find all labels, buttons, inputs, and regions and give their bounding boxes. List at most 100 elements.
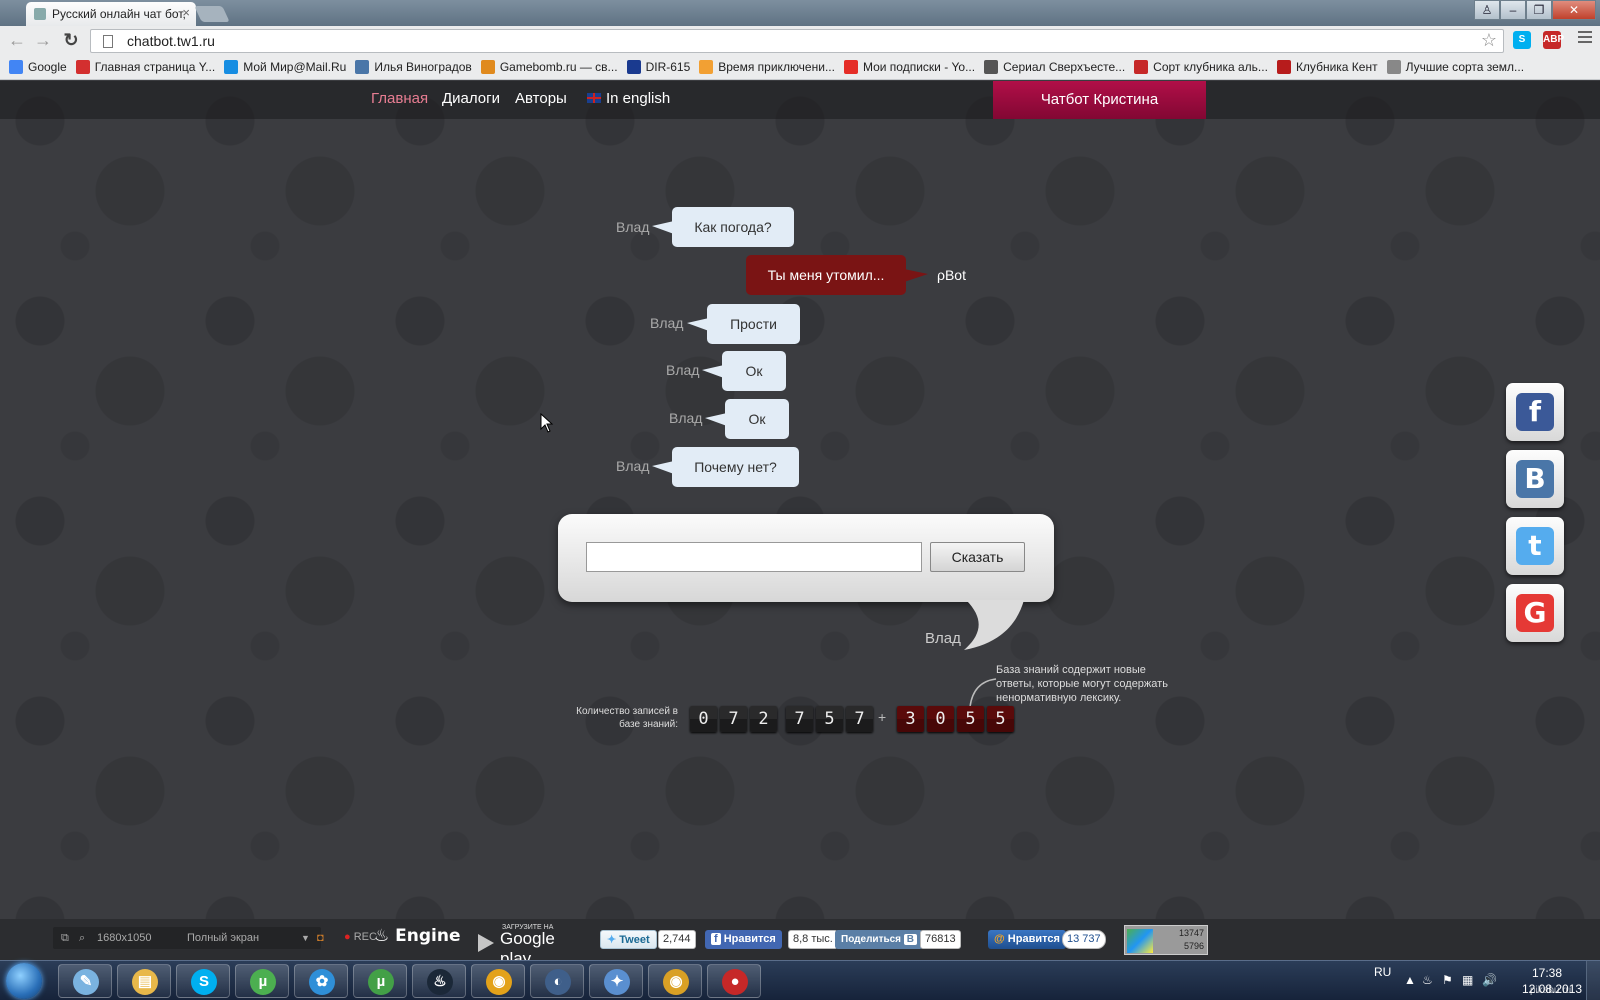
bookmark-item[interactable]: Сорт клубника аль... <box>1134 56 1268 78</box>
fb-like-button[interactable]: f Нравится <box>705 930 782 949</box>
bookmark-item[interactable]: Клубника Кент <box>1276 56 1378 78</box>
bookmark-item[interactable]: Gamebomb.ru — св... <box>480 56 618 78</box>
bookmark-item[interactable]: Время приключени... <box>699 56 835 78</box>
bookmark-icon <box>843 60 858 74</box>
nav-english[interactable]: In english <box>587 90 670 107</box>
browser-tab[interactable]: Русский онлайн чат бот, × <box>26 2 196 26</box>
chat-message-user: Ок <box>702 351 786 391</box>
adblock-extension-icon[interactable]: ABP <box>1543 31 1564 49</box>
vk-share-button[interactable]: Поделиться В <box>835 930 924 949</box>
start-button[interactable] <box>6 963 42 999</box>
message-bubble: Ты меня утомил... <box>746 255 928 295</box>
chrome-menu-icon[interactable] <box>1578 31 1592 46</box>
taskbar-app-explorer[interactable]: ▤ <box>117 964 171 998</box>
counter-digit: 7 <box>846 706 873 732</box>
bubble-tail <box>652 461 674 474</box>
skype-extension-icon[interactable]: S <box>1513 31 1531 49</box>
bookmark-item[interactable]: DIR-615 <box>626 56 691 78</box>
twitter-bird-icon: ✦ <box>607 934 617 946</box>
taskbar-app-recorder[interactable]: ● <box>707 964 761 998</box>
bookmark-label: Клубника Кент <box>1295 60 1378 74</box>
bookmark-icon <box>480 60 495 74</box>
bookmark-icon <box>1134 60 1149 74</box>
vkontakte-share-button[interactable]: В <box>1506 450 1564 508</box>
engine-text: Engine <box>395 926 461 946</box>
taskbar-app-games-app[interactable]: ✦ <box>589 964 643 998</box>
camera-icon[interactable]: ◘ <box>317 927 324 949</box>
explorer-icon: ▤ <box>132 969 158 995</box>
taskbar-app-skype[interactable]: S <box>176 964 230 998</box>
taskbar-app-chrome[interactable]: ◉ <box>471 964 525 998</box>
chatbot-kristina-button[interactable]: Чатбот Кристина <box>993 81 1206 119</box>
zoom-icon[interactable]: ⌕ <box>79 927 85 949</box>
mailru-like-count: 13 737 <box>1062 930 1106 949</box>
tray-expand-icon[interactable]: ▲ <box>1404 973 1416 987</box>
visit-counter[interactable]: 13747 5796 <box>1124 925 1208 955</box>
mouse-cursor-icon <box>540 413 554 433</box>
new-tab-button[interactable] <box>194 6 230 22</box>
taskbar-app-utorrent[interactable]: µ <box>235 964 289 998</box>
forward-arrow-icon[interactable]: → <box>32 30 54 52</box>
tweet-button[interactable]: ✦ Tweet <box>600 930 657 949</box>
volume-icon[interactable]: 🔊 <box>1482 973 1497 987</box>
browser-toolbar: ← → ↻ chatbot.tw1.ru ☆ S ABP <box>0 26 1600 56</box>
taskbar-app-chrome-active[interactable]: ◉ <box>648 964 702 998</box>
bookmark-item[interactable]: Сериал Сверхъесте... <box>984 56 1125 78</box>
nav-authors[interactable]: Авторы <box>515 90 567 107</box>
window-icon[interactable]: ⧉ <box>61 927 69 949</box>
profile-icon[interactable]: ♙ <box>1474 0 1500 20</box>
fullscreen-select[interactable]: Полный экран <box>187 927 259 949</box>
watermark: pikabu.ru <box>1530 985 1572 996</box>
network-icon[interactable]: ▦ <box>1462 973 1473 987</box>
bookmark-item[interactable]: Лучшие сорта земл... <box>1386 56 1524 78</box>
tweet-label: Tweet <box>619 934 650 946</box>
bubble-tail <box>904 269 928 282</box>
skype-icon: S <box>191 969 217 995</box>
nav-dialogs[interactable]: Диалоги <box>442 90 500 107</box>
mailru-like-button[interactable]: @ Нравится <box>988 930 1066 949</box>
message-input[interactable] <box>586 542 922 572</box>
tab-close-icon[interactable]: × <box>182 5 190 20</box>
say-bubble-tail <box>964 600 1024 650</box>
twitter-share-button[interactable]: t <box>1506 517 1564 575</box>
back-arrow-icon[interactable]: ← <box>6 30 28 52</box>
google-bookmarks-icon: G <box>1516 594 1554 632</box>
maximize-button[interactable]: ❐ <box>1526 0 1552 20</box>
rec-label[interactable]: ● REC <box>344 931 377 943</box>
recorder-icon: ● <box>722 969 748 995</box>
screen-recorder-bar: ⧉ ⌕ 1680x1050 Полный экран ▼ ◘ <box>53 927 324 949</box>
bookmark-label: Илья Виноградов <box>374 60 472 74</box>
minimize-button[interactable]: – <box>1500 0 1526 20</box>
language-indicator[interactable]: RU <box>1374 965 1391 979</box>
taskbar-app-media-app[interactable]: ◐ <box>530 964 584 998</box>
facebook-share-button[interactable]: f <box>1506 383 1564 441</box>
windows-taskbar: ✎ ▤ Sµ ✿ µ ♨ ◉ ◐ ✦ ◉ ● RU ▲ ♨ ⚑ ▦ 🔊 17:38 12.08.20… <box>0 960 1600 1000</box>
taskbar-app-steam[interactable]: ♨ <box>412 964 466 998</box>
taskbar-app-app-blue[interactable]: ✿ <box>294 964 348 998</box>
show-desktop-button[interactable] <box>1586 961 1600 1000</box>
utorrent-2-icon: µ <box>368 969 394 995</box>
bookmark-item[interactable]: Главная страница Y... <box>75 56 215 78</box>
close-window-button[interactable]: ✕ <box>1552 0 1596 20</box>
window-titlebar: Русский онлайн чат бот, × ♙ – ❐ ✕ <box>0 0 1600 26</box>
bookmark-item[interactable]: Мой Мир@Mail.Ru <box>224 56 346 78</box>
action-center-icon[interactable]: ⚑ <box>1442 973 1453 987</box>
tab-title: Русский онлайн чат бот, <box>52 7 186 21</box>
address-bar[interactable]: chatbot.tw1.ru ☆ <box>90 29 1504 53</box>
taskbar-app-utorrent-2[interactable]: µ <box>353 964 407 998</box>
nav-home[interactable]: Главная <box>371 90 428 107</box>
google-bookmarks-share-button[interactable]: G <box>1506 584 1564 642</box>
vkontakte-icon: В <box>1516 460 1554 498</box>
say-button[interactable]: Сказать <box>930 542 1025 572</box>
steam-tray-icon[interactable]: ♨ <box>1422 973 1433 987</box>
taskbar-app-notepad[interactable]: ✎ <box>58 964 112 998</box>
reload-icon[interactable]: ↻ <box>60 30 82 52</box>
bookmark-item[interactable]: Google <box>9 56 67 78</box>
counter-digit: 5 <box>816 706 843 732</box>
bookmark-item[interactable]: Илья Виноградов <box>355 56 472 78</box>
steam-engine-logo[interactable]: ♨ Engine <box>374 926 461 946</box>
bookmark-item[interactable]: Мои подписки - Yo... <box>843 56 975 78</box>
bookmark-star-icon[interactable]: ☆ <box>1481 30 1497 51</box>
chevron-down-icon[interactable]: ▼ <box>301 927 310 949</box>
bookmark-label: DIR-615 <box>645 60 691 74</box>
